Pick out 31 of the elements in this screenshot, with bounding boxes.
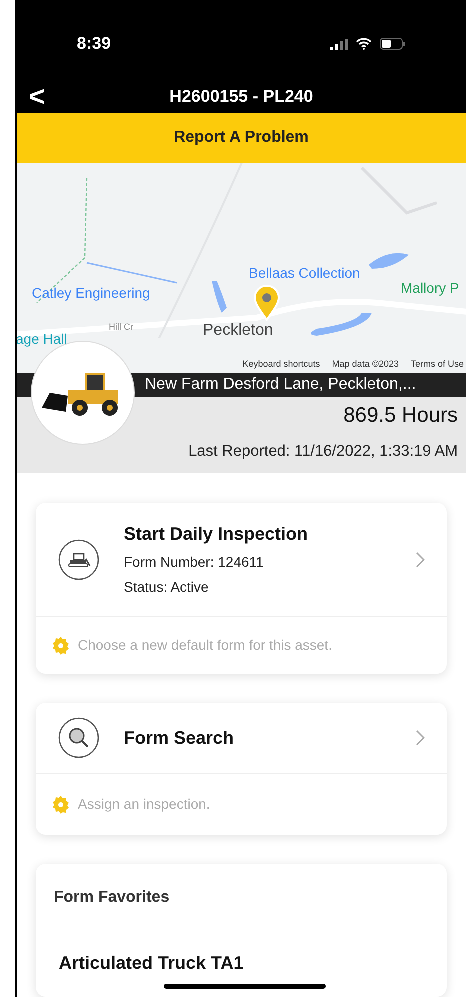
map-attribution[interactable]: Keyboard shortcuts	[242, 358, 320, 372]
location-pin-icon	[253, 285, 281, 322]
report-problem-button[interactable]: Report A Problem	[17, 113, 466, 164]
last-reported-text: Last Reported: 11/16/2022, 1:33:19 AM	[188, 442, 458, 462]
card-title: Start Daily Inspection	[124, 523, 310, 546]
battery-icon	[380, 38, 406, 50]
section-heading: Form Favorites	[54, 888, 171, 908]
card-action-row[interactable]: Form Search	[36, 703, 447, 773]
gear-icon	[52, 636, 70, 654]
signal-icon	[330, 38, 348, 50]
map-label: Catley Engineering	[32, 284, 150, 304]
screen-title: H2600155 - PL240	[170, 86, 314, 108]
chevron-right-icon	[416, 730, 425, 746]
favorite-form-item[interactable]: Articulated Truck TA1	[54, 950, 429, 977]
chevron-right-icon	[416, 552, 425, 568]
card-detail: Status: Active	[124, 578, 210, 597]
wifi-icon	[356, 38, 372, 50]
card-action-row[interactable]: Start Daily Inspection Form Number: 124611 Status: Active	[36, 503, 447, 616]
map-label: Hill Cr	[109, 321, 134, 334]
map-label: Mallory P	[401, 279, 460, 298]
search-icon	[58, 717, 100, 759]
map-attribution[interactable]: Map data ©2023	[332, 358, 399, 372]
card-detail: Form Number: 124611	[124, 553, 265, 572]
gear-icon	[52, 796, 70, 814]
map-label: Bellaas Collection	[249, 264, 360, 284]
map-attribution[interactable]: Terms of Use	[410, 358, 464, 372]
hours-reading: 869.5 Hours	[344, 403, 458, 430]
card-title: Form Search	[124, 726, 236, 750]
map-label: Peckleton	[203, 321, 274, 342]
dozer-circle-icon	[58, 538, 100, 580]
status-time: 8:39	[77, 33, 112, 56]
